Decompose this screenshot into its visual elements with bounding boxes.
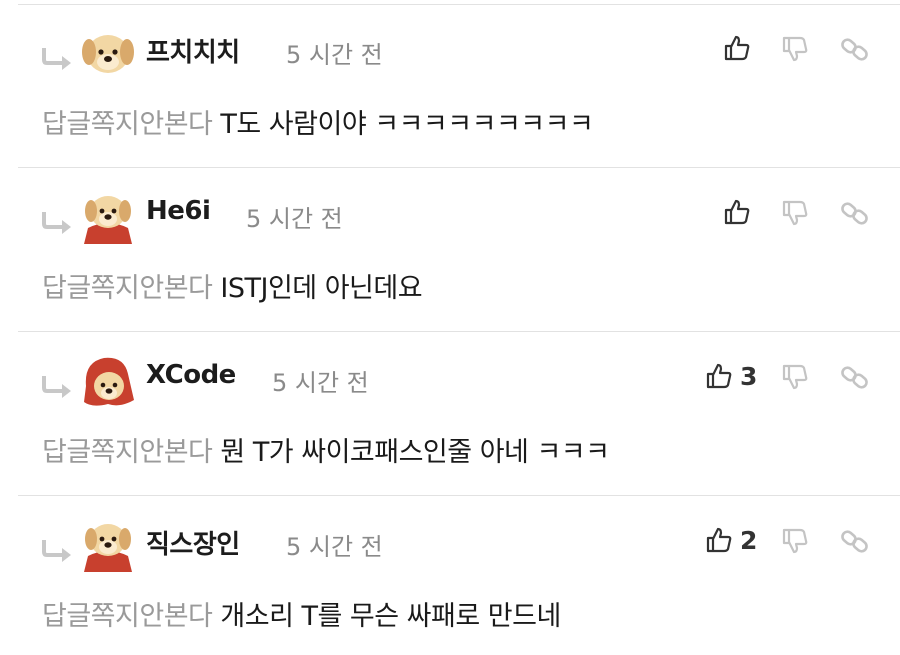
link-icon[interactable] [840,526,870,556]
link-icon[interactable] [840,198,870,228]
link-icon[interactable] [840,362,870,392]
comment-item: He6i 5 시간 전 답글쪽지안본다 ISTJ인데 아닌데요 [0,168,900,332]
comment-body: 답글쪽지안본다 ISTJ인데 아닌데요 [42,266,423,305]
avatar[interactable] [80,516,136,572]
thumbs-down-icon[interactable] [780,362,810,392]
reply-target-name[interactable]: 답글쪽지안본다 [42,109,213,140]
comment-text: T도 사람이야 ㅋㅋㅋㅋㅋㅋㅋㅋㅋ [220,109,594,140]
nickname[interactable]: 직스장인 [146,524,240,561]
like-button[interactable] [722,194,758,230]
reply-arrow-icon [42,48,71,70]
reply-target-name[interactable]: 답글쪽지안본다 [42,601,213,632]
like-count: 3 [740,361,758,391]
comment-body: 답글쪽지안본다 T도 사람이야 ㅋㅋㅋㅋㅋㅋㅋㅋㅋ [42,102,594,141]
avatar[interactable] [80,24,136,80]
reply-arrow-icon [42,540,71,562]
reply-arrow-icon [42,212,71,234]
thumbs-down-icon[interactable] [780,526,810,556]
like-count: 2 [740,525,758,555]
comment-text: ISTJ인데 아닌데요 [220,273,423,304]
thumbs-down-icon[interactable] [780,198,810,228]
timestamp: 5 시간 전 [286,533,383,561]
comment-item: 직스장인 5 시간 전 2 답글쪽지안본다 개소리 T를 무슨 싸패로 만드네 [0,496,900,655]
timestamp: 5 시간 전 [246,205,343,233]
comment-text: 뭔 T가 싸이코패스인줄 아네 ㅋㅋㅋ [220,437,610,468]
thumbs-up-icon [706,527,732,553]
link-icon[interactable] [840,34,870,64]
like-button[interactable]: 2 [704,522,757,558]
like-button[interactable] [722,30,758,66]
comment-item: 프치치치 5 시간 전 답글쪽지안본다 T도 사람이야 ㅋㅋㅋㅋㅋㅋㅋㅋㅋ [0,4,900,168]
nickname[interactable]: XCode [146,360,236,390]
avatar[interactable] [80,188,136,244]
reply-arrow-icon [42,376,71,398]
comment-body: 답글쪽지안본다 개소리 T를 무슨 싸패로 만드네 [42,594,561,633]
nickname[interactable]: 프치치치 [146,32,240,69]
thumbs-up-icon [724,35,750,61]
timestamp: 5 시간 전 [286,41,383,69]
nickname[interactable]: He6i [146,196,211,226]
avatar[interactable] [80,352,136,408]
comment-item: XCode 5 시간 전 3 답글쪽지안본다 뭔 T가 싸이코패스인줄 아네 ㅋㅋ… [0,332,900,496]
thumbs-down-icon[interactable] [780,34,810,64]
comment-body: 답글쪽지안본다 뭔 T가 싸이코패스인줄 아네 ㅋㅋㅋ [42,430,610,469]
timestamp: 5 시간 전 [272,369,369,397]
thumbs-up-icon [706,363,732,389]
like-button[interactable]: 3 [704,358,757,394]
comment-text: 개소리 T를 무슨 싸패로 만드네 [220,601,561,632]
thumbs-up-icon [724,199,750,225]
reply-target-name[interactable]: 답글쪽지안본다 [42,273,213,304]
reply-target-name[interactable]: 답글쪽지안본다 [42,437,213,468]
